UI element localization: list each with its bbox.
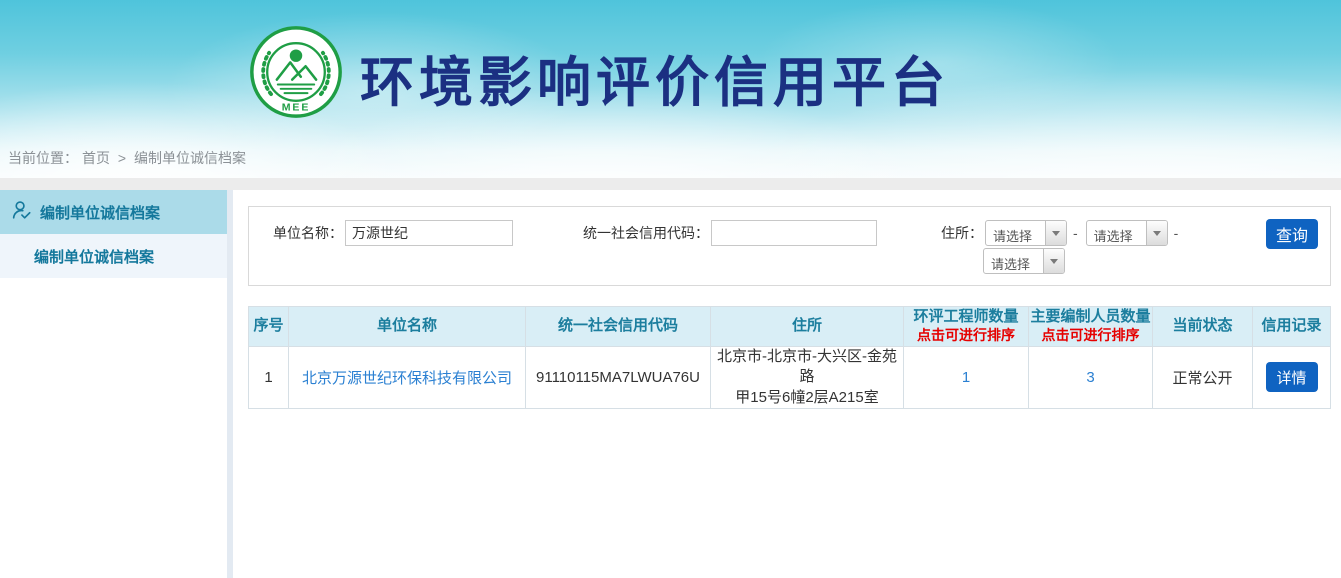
cell-credit-code: 91110115MA7LWUA76U [526,347,711,409]
sort-hint-engineer: 点击可进行排序 [904,327,1028,345]
page-title: 环境影响评价信用平台 [360,38,950,117]
detail-button[interactable]: 详情 [1266,362,1318,392]
header-divider-strip [0,178,1341,190]
units-table: 序号 单位名称 统一社会信用代码 住所 环评工程师数量 点击可进行排序 主要编制… [248,306,1331,409]
address-dash-1: - [1073,225,1078,241]
col-header-staff-count-label: 主要编制人员数量 [1030,308,1150,325]
chevron-down-icon[interactable] [1146,221,1167,245]
cell-address: 北京市-北京市-大兴区-金苑路 甲15号6幢2层A215室 [711,347,904,409]
col-header-credit-code: 统一社会信用代码 [526,307,711,347]
address-label: 住所： [935,223,983,243]
col-header-address: 住所 [711,307,904,347]
company-name-label: 单位名称： [249,223,343,243]
district-select-value: 请选择 [984,249,1043,273]
col-header-company: 单位名称 [289,307,526,347]
staff-count-link[interactable]: 3 [1086,369,1094,386]
col-header-engineer-count-label: 环评工程师数量 [913,308,1018,325]
search-row-2: 请选择 [249,248,1330,274]
province-select[interactable]: 请选择 [985,220,1067,246]
main-area: 编制单位诚信档案 编制单位诚信档案 单位名称： 统一社会信用代码： 住所： 请选… [0,190,1341,578]
query-button[interactable]: 查询 [1266,219,1318,249]
sidebar-item-label: 编制单位诚信档案 [40,202,160,223]
table-row: 1 北京万源世纪环保科技有限公司 91110115MA7LWUA76U 北京市-… [249,347,1331,409]
col-header-engineer-count-sort[interactable]: 环评工程师数量 点击可进行排序 [904,307,1029,347]
breadcrumb: 当前位置：首页 > 编制单位诚信档案 [8,148,250,168]
address-dash-2: - [1174,225,1179,241]
sort-hint-staff: 点击可进行排序 [1029,327,1152,345]
breadcrumb-separator: > [118,150,126,166]
sidebar: 编制单位诚信档案 编制单位诚信档案 [0,190,227,578]
person-check-icon [10,199,32,225]
province-select-value: 请选择 [986,221,1045,245]
sidebar-subitem-unit-credit-archive[interactable]: 编制单位诚信档案 [0,234,227,278]
sidebar-subitem-label: 编制单位诚信档案 [34,246,154,267]
credit-code-input[interactable] [711,220,877,246]
sidebar-item-unit-credit-archive[interactable]: 编制单位诚信档案 [0,190,227,234]
col-header-seq: 序号 [249,307,289,347]
breadcrumb-prefix: 当前位置： [8,150,78,166]
district-select[interactable]: 请选择 [983,248,1065,274]
search-panel: 单位名称： 统一社会信用代码： 住所： 请选择 - 请选择 - 查询 [248,206,1331,286]
company-name-link[interactable]: 北京万源世纪环保科技有限公司 [302,370,512,387]
col-header-credit-record: 信用记录 [1253,307,1331,347]
svg-text:MEE: MEE [282,101,311,113]
breadcrumb-current: 编制单位诚信档案 [134,150,246,166]
chevron-down-icon[interactable] [1045,221,1066,245]
table-header-row: 序号 单位名称 统一社会信用代码 住所 环评工程师数量 点击可进行排序 主要编制… [249,307,1331,347]
city-select[interactable]: 请选择 [1086,220,1168,246]
breadcrumb-home-link[interactable]: 首页 [82,150,110,166]
city-select-value: 请选择 [1087,221,1146,245]
chevron-down-icon[interactable] [1043,249,1064,273]
address-line-2: 甲15号6幢2层A215室 [735,389,878,406]
company-name-input[interactable] [345,220,513,246]
col-header-status: 当前状态 [1153,307,1253,347]
engineer-count-link[interactable]: 1 [962,369,970,386]
address-line-1: 北京市-北京市-大兴区-金苑路 [717,348,897,385]
mee-logo-icon: MEE [248,24,344,120]
search-row-1: 单位名称： 统一社会信用代码： 住所： 请选择 - 请选择 - 查询 [249,220,1330,246]
cell-status: 正常公开 [1153,347,1253,409]
cell-seq: 1 [249,347,289,409]
site-header: MEE 环境影响评价信用平台 当前位置：首页 > 编制单位诚信档案 [0,0,1341,178]
col-header-staff-count-sort[interactable]: 主要编制人员数量 点击可进行排序 [1029,307,1153,347]
credit-code-label: 统一社会信用代码： [579,223,709,243]
content-area: 单位名称： 统一社会信用代码： 住所： 请选择 - 请选择 - 查询 [233,190,1341,578]
